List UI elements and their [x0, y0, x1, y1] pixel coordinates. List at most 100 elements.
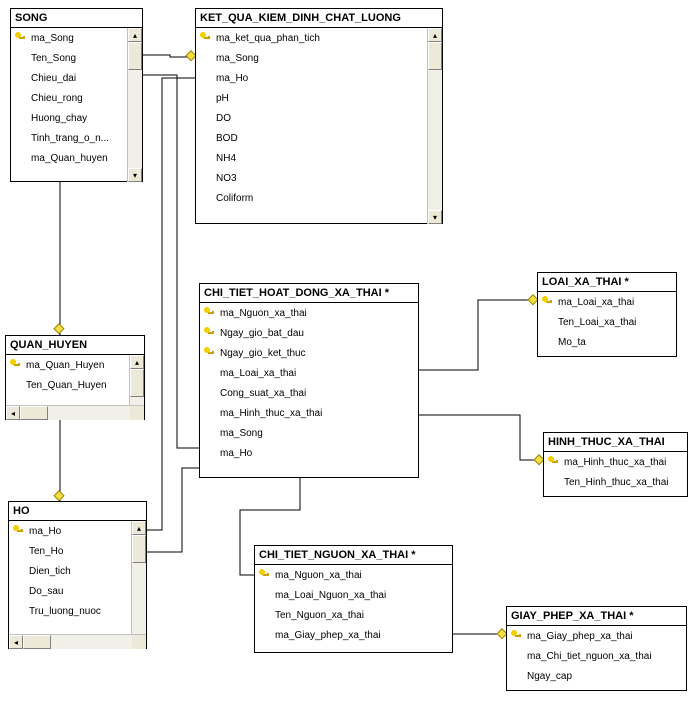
key-icon-placeholder: [200, 72, 212, 84]
column-row[interactable]: ma_Chi_tiet_nguon_xa_thai: [507, 646, 686, 666]
table-title[interactable]: CHI_TIET_NGUON_XA_THAI *: [255, 546, 452, 565]
column-name: Ngay_gio_bat_dau: [216, 328, 304, 339]
scroll-left-button[interactable]: ◂: [6, 406, 20, 420]
column-name: Ten_Ho: [25, 546, 63, 557]
column-name: ma_Giay_phep_xa_thai: [523, 631, 633, 642]
column-name: Ten_Hinh_thuc_xa_thai: [560, 477, 669, 488]
column-row[interactable]: Ngay_gio_bat_dau: [200, 323, 418, 343]
column-name: ma_Song: [216, 428, 263, 439]
table-title[interactable]: KET_QUA_KIEM_DINH_CHAT_LUONG: [196, 9, 442, 28]
column-row[interactable]: Ten_Loai_xa_thai: [538, 312, 676, 332]
scroll-thumb[interactable]: [23, 635, 51, 649]
column-row[interactable]: Cong_suat_xa_thai: [200, 383, 418, 403]
column-row[interactable]: Ngay_cap: [507, 666, 686, 686]
column-row[interactable]: Ten_Ho: [9, 541, 132, 561]
column-row[interactable]: Tinh_trang_o_n...: [11, 128, 128, 148]
scroll-up-button[interactable]: ▴: [130, 355, 144, 369]
column-name: ma_Nguon_xa_thai: [271, 570, 362, 581]
column-row[interactable]: NO3: [196, 168, 428, 188]
scroll-up-button[interactable]: ▴: [132, 521, 146, 535]
column-row[interactable]: ma_Quan_huyen: [11, 148, 128, 168]
table-title[interactable]: SONG: [11, 9, 142, 28]
table-qh[interactable]: QUAN_HUYENma_Quan_HuyenTen_Quan_Huyen▴▾◂…: [5, 335, 145, 420]
scroll-thumb[interactable]: [20, 406, 48, 420]
column-row[interactable]: ma_ket_qua_phan_tich: [196, 28, 428, 48]
column-row[interactable]: Chieu_dai: [11, 68, 128, 88]
column-row[interactable]: Ten_Nguon_xa_thai: [255, 605, 452, 625]
vertical-scrollbar[interactable]: ▴▾: [131, 521, 146, 649]
table-cthd[interactable]: CHI_TIET_HOAT_DONG_XA_THAI *ma_Nguon_xa_…: [199, 283, 419, 478]
table-title[interactable]: LOAI_XA_THAI *: [538, 273, 676, 292]
table-body: ma_Nguon_xa_thai ma_Loai_Nguon_xa_thaiTen…: [255, 565, 452, 653]
column-row[interactable]: Dien_tich: [9, 561, 132, 581]
column-row[interactable]: ma_Ho: [200, 443, 418, 463]
column-row[interactable]: ma_Song: [200, 423, 418, 443]
table-body: ma_ket_qua_phan_tichma_Songma_HopHDOBODN…: [196, 28, 442, 224]
vertical-scrollbar[interactable]: ▴▾: [127, 28, 142, 182]
column-row[interactable]: Do_sau: [9, 581, 132, 601]
column-row[interactable]: ma_Quan_Huyen: [6, 355, 130, 375]
table-ctnxt[interactable]: CHI_TIET_NGUON_XA_THAI *ma_Nguon_xa_thai…: [254, 545, 453, 653]
column-row[interactable]: ma_Hinh_thuc_xa_thai: [200, 403, 418, 423]
table-gpxt[interactable]: GIAY_PHEP_XA_THAI * ma_Giay_phep_xa_thaim…: [506, 606, 687, 691]
horizontal-scrollbar[interactable]: ◂▸: [6, 405, 144, 420]
column-name: ma_Loai_xa_thai: [554, 297, 634, 308]
column-row[interactable]: Ngay_gio_ket_thuc: [200, 343, 418, 363]
column-row[interactable]: BOD: [196, 128, 428, 148]
table-title[interactable]: GIAY_PHEP_XA_THAI *: [507, 607, 686, 626]
key-icon-placeholder: [204, 387, 216, 399]
horizontal-scrollbar[interactable]: ◂▸: [9, 634, 146, 649]
column-row[interactable]: ma_Giay_phep_xa_thai: [255, 625, 452, 645]
table-htxt[interactable]: HINH_THUC_XA_THAI ma_Hinh_thuc_xa_thai Ten…: [543, 432, 688, 497]
column-row[interactable]: Coliform: [196, 188, 428, 208]
table-song[interactable]: SONGma_SongTen_SongChieu_daiChieu_rongHu…: [10, 8, 143, 182]
column-row[interactable]: Tru_luong_nuoc: [9, 601, 132, 621]
column-row[interactable]: ma_Hinh_thuc_xa_thai: [544, 452, 687, 472]
column-row[interactable]: ma_Song: [11, 28, 128, 48]
scroll-down-button[interactable]: ▾: [428, 210, 442, 224]
column-row[interactable]: Ten_Hinh_thuc_xa_thai: [544, 472, 687, 492]
column-row[interactable]: Ten_Song: [11, 48, 128, 68]
column-row[interactable]: ma_Nguon_xa_thai: [255, 565, 452, 585]
column-row[interactable]: Mo_ta: [538, 332, 676, 352]
column-row[interactable]: pH: [196, 88, 428, 108]
column-row[interactable]: Huong_chay: [11, 108, 128, 128]
column-name: ma_Song: [212, 53, 259, 64]
column-row[interactable]: NH4: [196, 148, 428, 168]
scroll-thumb[interactable]: [130, 369, 144, 397]
scroll-up-button[interactable]: ▴: [128, 28, 142, 42]
column-name: Do_sau: [25, 586, 63, 597]
column-row[interactable]: ma_Nguon_xa_thai: [200, 303, 418, 323]
table-title[interactable]: HO: [9, 502, 146, 521]
scrollbar-corner: [132, 635, 146, 649]
table-ho[interactable]: HOma_Ho Ten_Ho Dien_tich Do_sau Tru_luong_nu…: [8, 501, 147, 649]
scroll-down-button[interactable]: ▾: [128, 168, 142, 182]
column-row[interactable]: Ten_Quan_Huyen: [6, 375, 130, 395]
table-kqkd[interactable]: KET_QUA_KIEM_DINH_CHAT_LUONGma_ket_qua_p…: [195, 8, 443, 224]
column-name: ma_Hinh_thuc_xa_thai: [560, 457, 666, 468]
column-row[interactable]: DO: [196, 108, 428, 128]
column-row[interactable]: ma_Loai_Nguon_xa_thai: [255, 585, 452, 605]
scroll-up-button[interactable]: ▴: [428, 28, 442, 42]
column-row[interactable]: ma_Loai_xa_thai: [538, 292, 676, 312]
scroll-thumb[interactable]: [428, 42, 442, 70]
column-name: ma_Chi_tiet_nguon_xa_thai: [523, 651, 652, 662]
column-row[interactable]: ma_Ho: [196, 68, 428, 88]
column-row[interactable]: ma_Giay_phep_xa_thai: [507, 626, 686, 646]
column-row[interactable]: ma_Song: [196, 48, 428, 68]
column-row[interactable]: ma_Loai_xa_thai: [200, 363, 418, 383]
key-icon-placeholder: [200, 132, 212, 144]
key-icon-placeholder: [511, 650, 523, 662]
scroll-thumb[interactable]: [132, 535, 146, 563]
column-row[interactable]: ma_Ho: [9, 521, 132, 541]
key-icon-placeholder: [15, 152, 27, 164]
table-lxt[interactable]: LOAI_XA_THAI * ma_Loai_xa_thai Ten_Loai_xa…: [537, 272, 677, 357]
column-row[interactable]: Chieu_rong: [11, 88, 128, 108]
vertical-scrollbar[interactable]: ▴▾: [427, 28, 442, 224]
table-title[interactable]: QUAN_HUYEN: [6, 336, 144, 355]
scroll-thumb[interactable]: [128, 42, 142, 70]
primary-key-icon: [548, 456, 560, 468]
scroll-left-button[interactable]: ◂: [9, 635, 23, 649]
table-title[interactable]: HINH_THUC_XA_THAI: [544, 433, 687, 452]
table-title[interactable]: CHI_TIET_HOAT_DONG_XA_THAI *: [200, 284, 418, 303]
